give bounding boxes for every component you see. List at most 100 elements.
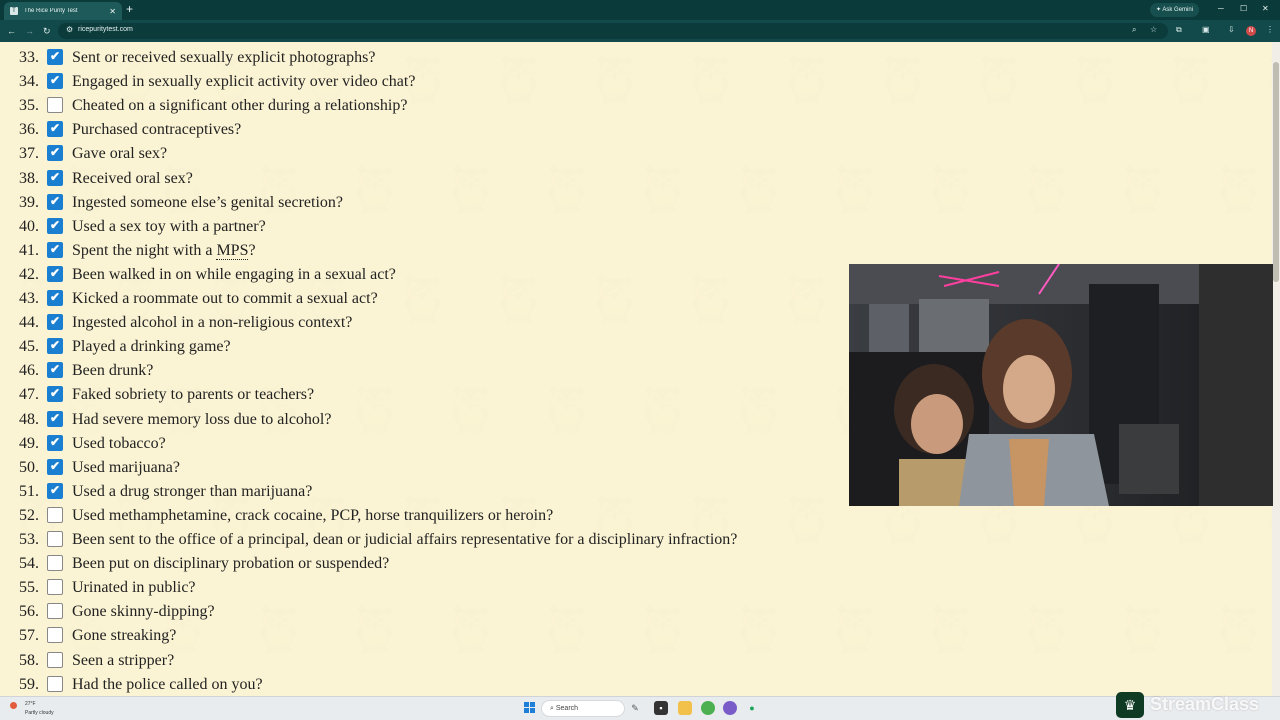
question-checkbox[interactable] xyxy=(47,579,63,596)
question-label[interactable]: Used methamphetamine, crack cocaine, PCP… xyxy=(72,507,553,525)
new-tab-button[interactable]: + xyxy=(126,3,133,15)
question-label[interactable]: Purchased contraceptives? xyxy=(72,121,241,139)
question-label[interactable]: Had the police called on you? xyxy=(72,676,263,694)
question-row: 40. Used a sex toy with a partner? xyxy=(0,215,860,239)
question-row: 41. Spent the night with a MPS? xyxy=(0,239,860,263)
question-label[interactable]: Been drunk? xyxy=(72,362,153,380)
app-icon[interactable] xyxy=(723,701,737,715)
reload-icon[interactable]: ↻ xyxy=(43,24,51,38)
question-label[interactable]: Used a drug stronger than marijuana? xyxy=(72,483,312,501)
pencil-app-icon[interactable]: ✎ xyxy=(628,701,642,715)
address-url[interactable]: ricepuritytest.com xyxy=(78,26,133,33)
question-checkbox[interactable] xyxy=(47,265,63,282)
question-checkbox[interactable] xyxy=(47,193,63,210)
question-checkbox[interactable] xyxy=(47,97,63,114)
question-checkbox[interactable] xyxy=(47,482,63,499)
question-checkbox[interactable] xyxy=(47,675,63,692)
question-row: 47. Faked sobriety to parents or teachers… xyxy=(0,383,860,407)
site-info-icon[interactable]: ⚙ xyxy=(66,25,73,34)
question-checkbox[interactable] xyxy=(47,217,63,234)
question-checkbox[interactable] xyxy=(47,410,63,427)
question-number: 35. xyxy=(19,97,39,115)
question-label[interactable]: Ingested someone else’s genital secretio… xyxy=(72,194,343,212)
question-checkbox[interactable] xyxy=(47,506,63,523)
question-checkbox[interactable] xyxy=(47,49,63,65)
question-label[interactable]: Been put on disciplinary probation or su… xyxy=(72,555,389,573)
back-arrow-icon[interactable]: ← xyxy=(7,24,16,38)
question-checkbox[interactable] xyxy=(47,73,63,90)
menu-icon[interactable]: ⋮ xyxy=(1266,25,1274,34)
question-checkbox[interactable] xyxy=(47,651,63,668)
forward-arrow-icon[interactable]: → xyxy=(25,24,34,38)
question-label[interactable]: Engaged in sexually explicit activity ov… xyxy=(72,73,415,91)
question-label[interactable]: Used tobacco? xyxy=(72,435,166,453)
question-label[interactable]: Kicked a roommate out to commit a sexual… xyxy=(72,290,378,308)
terminal-app-icon[interactable]: ▪ xyxy=(654,701,668,715)
question-checkbox[interactable] xyxy=(47,458,63,475)
question-checkbox[interactable] xyxy=(47,603,63,620)
question-label[interactable]: Used a sex toy with a partner? xyxy=(72,218,266,236)
question-label[interactable]: Spent the night with a MPS? xyxy=(72,241,256,260)
question-label[interactable]: Been walked in on while engaging in a se… xyxy=(72,266,396,284)
owl-icon: 🦉 xyxy=(922,603,980,655)
question-number: 38. xyxy=(19,169,39,187)
address-bar[interactable]: ⚙ ricepuritytest.com ⌕ ☆ xyxy=(58,23,1168,39)
question-checkbox[interactable] xyxy=(47,362,63,379)
question-label[interactable]: Gave oral sex? xyxy=(72,145,167,163)
taskbar-search[interactable]: ⌕ Search xyxy=(541,700,625,717)
question-row: 56. Gone skinny-dipping? xyxy=(0,600,860,624)
maximize-button[interactable]: ☐ xyxy=(1240,3,1247,15)
chrome-icon[interactable] xyxy=(701,701,715,715)
windows-start-icon[interactable] xyxy=(524,702,536,714)
question-checkbox[interactable] xyxy=(47,314,63,331)
question-label[interactable]: Played a drinking game? xyxy=(72,338,231,356)
ask-gemini-button[interactable]: ✦ Ask Gemini xyxy=(1150,3,1200,17)
question-label[interactable]: Gone streaking? xyxy=(72,627,176,645)
question-checkbox[interactable] xyxy=(47,121,63,138)
question-checkbox[interactable] xyxy=(47,531,63,547)
question-number: 55. xyxy=(19,579,39,597)
extensions-icon[interactable]: ⧉ xyxy=(1176,25,1182,35)
downloads-icon[interactable]: ⇩ xyxy=(1228,25,1235,34)
bookmark-star-icon[interactable]: ☆ xyxy=(1150,25,1157,34)
question-checkbox[interactable] xyxy=(47,555,63,572)
question-label[interactable]: Used marijuana? xyxy=(72,459,180,477)
question-label[interactable]: Sent or received sexually explicit photo… xyxy=(72,49,375,67)
close-tab-icon[interactable]: ✕ xyxy=(109,7,116,16)
profile-avatar[interactable]: N xyxy=(1246,26,1256,36)
close-window-button[interactable]: ✕ xyxy=(1262,3,1269,15)
streamclass-wordmark: StreamClass xyxy=(1150,694,1260,714)
question-checkbox[interactable] xyxy=(47,386,63,403)
page-scrollbar[interactable] xyxy=(1272,42,1280,696)
question-checkbox[interactable] xyxy=(47,145,63,162)
question-label[interactable]: Ingested alcohol in a non-religious cont… xyxy=(72,314,352,332)
question-label[interactable]: Received oral sex? xyxy=(72,170,193,188)
question-label[interactable]: Had severe memory loss due to alcohol? xyxy=(72,411,331,429)
question-checkbox[interactable] xyxy=(47,290,63,306)
file-explorer-icon[interactable] xyxy=(678,701,692,715)
question-label[interactable]: Seen a stripper? xyxy=(72,652,174,670)
question-checkbox[interactable] xyxy=(47,241,63,258)
question-label[interactable]: Faked sobriety to parents or teachers? xyxy=(72,386,314,404)
question-row: 37. Gave oral sex? xyxy=(0,142,860,166)
minimize-button[interactable]: ─ xyxy=(1218,3,1224,15)
question-label[interactable]: Been sent to the office of a principal, … xyxy=(72,531,737,549)
question-number: 33. xyxy=(19,49,39,66)
taskbar: 27°F Partly cloudy ⌕ Search ✎ ▪ ● xyxy=(0,696,1280,720)
question-checkbox[interactable] xyxy=(47,169,63,186)
scrollbar-thumb[interactable] xyxy=(1273,62,1279,282)
question-number: 53. xyxy=(19,531,39,548)
question-checkbox[interactable] xyxy=(47,627,63,644)
question-label[interactable]: Cheated on a significant other during a … xyxy=(72,97,407,115)
question-label[interactable]: Urinated in public? xyxy=(72,579,196,597)
browser-tab[interactable]: T The Rice Purity Test ✕ xyxy=(4,2,122,20)
question-row: 42. Been walked in on while engaging in a… xyxy=(0,263,860,287)
owl-icon: 🦉 xyxy=(970,53,1028,105)
question-checkbox[interactable] xyxy=(47,434,63,451)
question-label[interactable]: Gone skinny-dipping? xyxy=(72,603,215,621)
question-checkbox[interactable] xyxy=(47,338,63,355)
green-app-icon[interactable]: ● xyxy=(745,701,759,715)
sidebar-icon[interactable]: ▣ xyxy=(1202,25,1210,34)
zoom-icon[interactable]: ⌕ xyxy=(1132,25,1136,35)
question-row: 35. Cheated on a significant other during… xyxy=(0,94,860,118)
